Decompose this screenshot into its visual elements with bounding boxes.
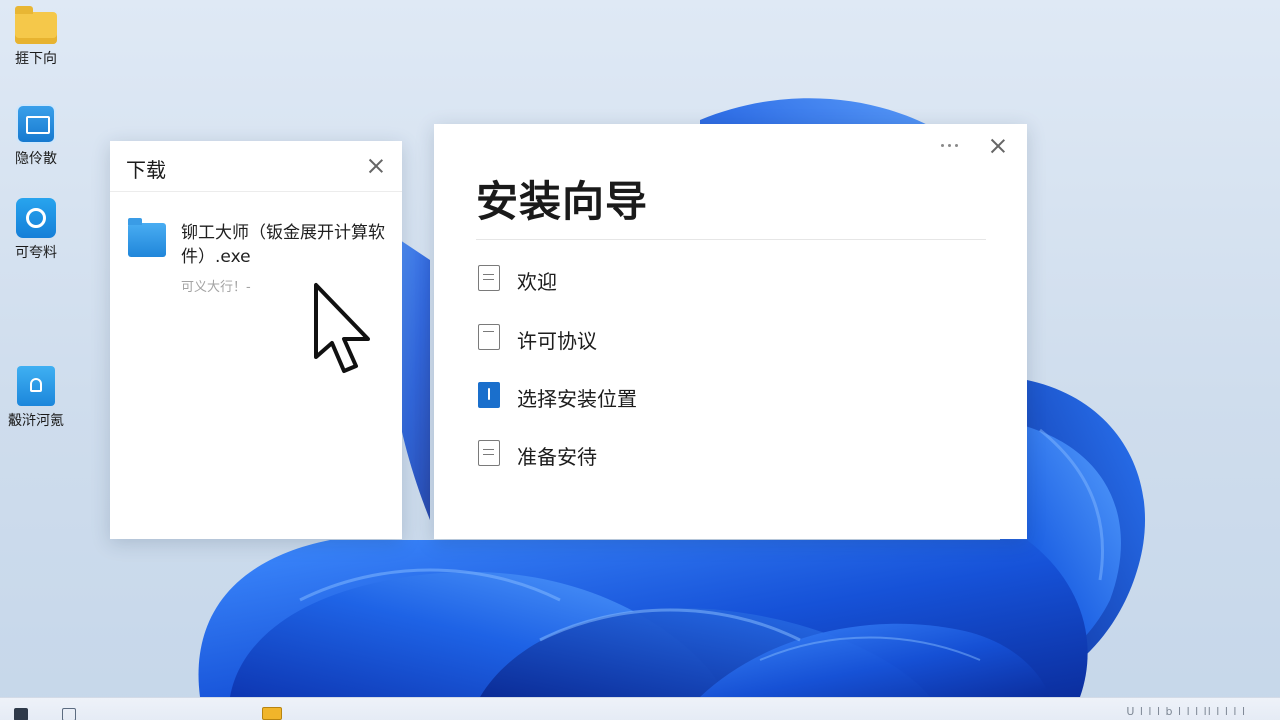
start-icon[interactable] <box>14 708 28 720</box>
folder-icon <box>15 6 57 44</box>
step-label: 欢迎 <box>517 270 557 294</box>
wizard-step-install-location[interactable]: 选择安装位置 <box>478 380 778 411</box>
desktop-icon-label: 捱下向 <box>15 51 57 67</box>
step-document-icon <box>478 324 500 350</box>
taskbar: U l l l b l l l ll l l l l <box>0 697 1280 720</box>
close-icon[interactable] <box>987 135 1009 157</box>
downloads-header: 下载 <box>110 141 402 192</box>
close-icon[interactable] <box>365 155 387 177</box>
download-file-name[interactable]: 铆工大师（钣金展开计算软件）.exe <box>181 221 396 269</box>
desktop-icon-label: 隐伶散 <box>15 151 57 167</box>
desktop-icon-label: 觳浒河氪 <box>8 413 64 429</box>
step-document-icon <box>478 440 500 466</box>
app-chat-icon <box>16 198 56 238</box>
desktop-icon-app-2[interactable]: 可夸料 <box>0 198 72 262</box>
download-status: 可义大行！- <box>181 280 251 295</box>
wizard-step-ready[interactable]: 准备安待 <box>478 438 778 469</box>
desktop-icon-app-1[interactable]: 隐伶散 <box>0 104 72 168</box>
step-active-icon <box>478 382 500 408</box>
setup-wizard-panel: 安装向导 欢迎 许可协议 选择安装位置 准备安待 <box>434 124 1027 539</box>
dot <box>955 144 958 147</box>
wizard-title: 安装向导 <box>476 177 649 226</box>
mouse-pointer-icon <box>314 283 370 373</box>
dot <box>941 144 944 147</box>
app-document-icon <box>17 366 55 406</box>
more-options-icon[interactable] <box>941 144 961 148</box>
step-label: 准备安待 <box>517 445 597 469</box>
system-tray: U l l l b l l l ll l l l l <box>1126 705 1246 718</box>
folder-icon <box>128 218 166 257</box>
installer-app-icon[interactable] <box>262 707 282 720</box>
desktop-icon-label: 可夸料 <box>15 245 57 261</box>
downloads-title: 下载 <box>126 158 166 182</box>
desktop-icon-app-3[interactable]: 觳浒河氪 <box>0 366 72 430</box>
wizard-step-welcome[interactable]: 欢迎 <box>478 263 778 294</box>
app-window-icon <box>16 104 56 144</box>
dot <box>948 144 951 147</box>
wizard-step-license[interactable]: 许可协议 <box>478 322 778 353</box>
step-label: 许可协议 <box>517 329 597 353</box>
file-explorer-icon[interactable] <box>62 708 76 720</box>
step-label: 选择安装位置 <box>517 387 637 411</box>
step-document-icon <box>478 265 500 291</box>
divider <box>476 239 986 240</box>
desktop-icon-folder[interactable]: 捱下向 <box>0 6 72 68</box>
